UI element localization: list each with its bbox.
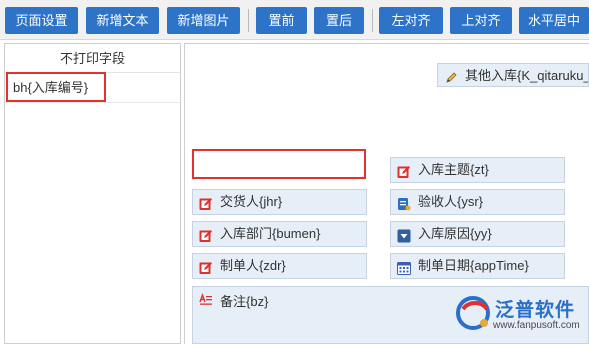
add-text-button[interactable]: 新增文本 <box>86 7 159 34</box>
field-deliverer[interactable]: 交货人{jhr} <box>192 189 367 215</box>
align-top-button[interactable]: 上对齐 <box>450 7 512 34</box>
field-subject-label: 入库主题{zt} <box>418 162 489 177</box>
field-reason[interactable]: 入库原因{yy} <box>390 221 565 247</box>
field-creator-label: 制单人{zdr} <box>220 258 286 273</box>
highlight-box <box>6 72 106 102</box>
field-reason-label: 入库原因{yy} <box>418 226 492 241</box>
field-department[interactable]: 入库部门{bumen} <box>192 221 367 247</box>
toolbar-divider <box>248 9 249 32</box>
non-print-fields-header: 不打印字段 <box>5 44 180 73</box>
brand-url: www.fanpusoft.com <box>493 320 580 331</box>
field-remark-label: 备注{bz} <box>220 294 269 309</box>
dropdown-icon <box>397 227 411 243</box>
align-left-button[interactable]: 左对齐 <box>379 7 443 34</box>
send-back-button[interactable]: 置后 <box>314 7 364 34</box>
field-subject[interactable]: 入库主题{zt} <box>390 157 565 183</box>
person-list-icon <box>397 195 411 211</box>
logo-icon <box>456 296 490 330</box>
bring-front-button[interactable]: 置前 <box>256 7 307 34</box>
field-inspector-label: 验收人{ysr} <box>418 194 484 209</box>
edit-icon <box>199 195 213 210</box>
toolbar: 页面设置 新增文本 新增图片 置前 置后 左对齐 上对齐 水平居中 <box>0 0 589 40</box>
calendar-icon <box>397 259 411 275</box>
edit-icon <box>199 227 213 242</box>
field-department-label: 入库部门{bumen} <box>220 226 321 241</box>
field-inspector[interactable]: 验收人{ysr} <box>390 189 565 215</box>
title-field[interactable]: 其他入库{K_qitaruku_ <box>437 63 589 87</box>
pencil-icon <box>444 69 458 83</box>
edit-icon <box>397 163 411 178</box>
selected-empty-field[interactable] <box>192 149 366 179</box>
brand-name: 泛普软件 <box>495 299 576 321</box>
title-field-label: 其他入库{K_qitaruku_ <box>465 68 589 83</box>
add-image-button[interactable]: 新增图片 <box>167 7 240 34</box>
edit-icon <box>199 259 213 274</box>
center-horizontal-button[interactable]: 水平居中 <box>519 7 589 34</box>
watermark-logo: 泛普软件 www.fanpusoft.com <box>455 293 589 341</box>
text-lines-icon <box>199 292 213 307</box>
page-settings-button[interactable]: 页面设置 <box>5 7 78 34</box>
field-create-date[interactable]: 制单日期{appTime} <box>390 253 565 279</box>
field-create-date-label: 制单日期{appTime} <box>418 258 529 273</box>
field-creator[interactable]: 制单人{zdr} <box>192 253 367 279</box>
field-deliverer-label: 交货人{jhr} <box>220 194 283 209</box>
toolbar-divider <box>372 9 373 32</box>
